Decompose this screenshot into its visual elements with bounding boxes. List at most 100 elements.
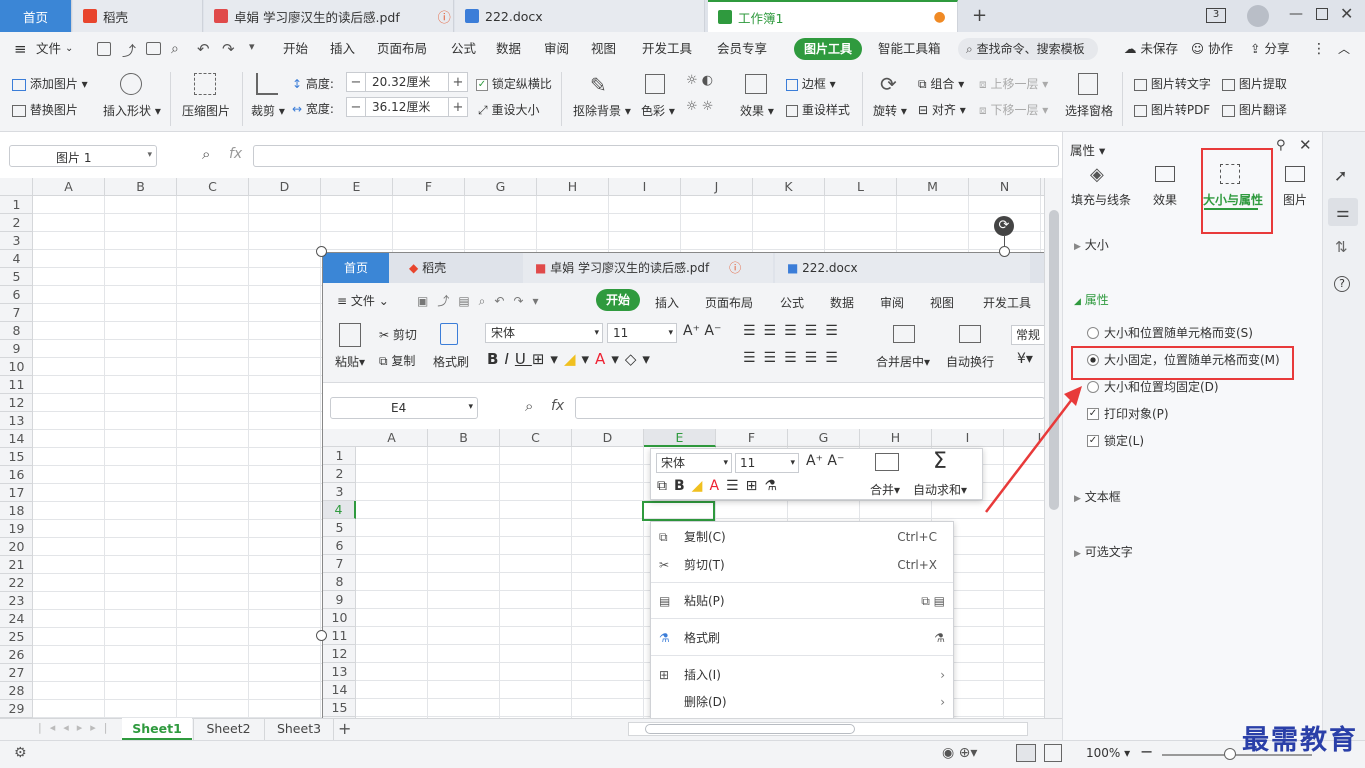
print-icon[interactable] — [146, 42, 161, 55]
row-header-19[interactable]: 19 — [0, 520, 32, 538]
panel-tab-effect[interactable]: 效果 — [1153, 191, 1177, 208]
menu-data[interactable]: 数据 — [496, 32, 521, 66]
embedded-picture[interactable]: 首页 ◆ 稻壳 ■ 卓娟 学习廖汉生的读后感.pdf ⓘ ■ 222.docx … — [322, 252, 1044, 718]
section-properties[interactable]: ◢ 属性 — [1074, 291, 1109, 308]
tab-docx[interactable]: 222.docx — [455, 0, 705, 32]
collaborate-button[interactable]: ☺ 协作 — [1191, 32, 1233, 66]
column-header-I[interactable]: I — [609, 178, 681, 196]
menu-page-layout[interactable]: 页面布局 — [377, 32, 427, 66]
tab-home[interactable]: 首页 — [0, 0, 72, 32]
add-sheet-icon[interactable]: + — [338, 719, 351, 738]
effect-icon[interactable] — [745, 74, 767, 94]
macro-icon[interactable]: ⚙ — [14, 745, 27, 761]
image-to-text-button[interactable]: 图片转文字 — [1134, 75, 1211, 92]
horizontal-scrollbar[interactable] — [628, 722, 1028, 736]
fx-icon[interactable]: fx — [229, 146, 242, 162]
row-header-6[interactable]: 6 — [0, 286, 32, 304]
row-header-2[interactable]: 2 — [0, 214, 32, 232]
option-move-and-size[interactable]: 大小和位置随单元格而变(S) — [1087, 324, 1253, 341]
name-box[interactable]: 图片 1 ▾ — [9, 145, 157, 167]
row-header-25[interactable]: 25 — [0, 628, 32, 646]
send-backward-button[interactable]: ⧈ 下移一层 ▾ — [979, 101, 1048, 118]
rotate-handle-icon[interactable]: ⟳ — [994, 216, 1014, 236]
image-translate-button[interactable]: 图片翻译 — [1222, 101, 1287, 118]
column-header-F[interactable]: F — [393, 178, 465, 196]
cursor-icon[interactable]: ➚ — [1334, 166, 1347, 185]
column-header-H[interactable]: H — [537, 178, 609, 196]
avatar[interactable] — [1247, 5, 1269, 27]
height-decrease[interactable]: − — [347, 75, 365, 90]
selection-pane-icon[interactable] — [1078, 73, 1098, 95]
reset-size-button[interactable]: ⤢ 重设大小 — [478, 101, 539, 118]
menu-member[interactable]: 会员专享 — [717, 32, 767, 66]
panel-close-icon[interactable]: ✕ — [1299, 136, 1312, 154]
row-header-9[interactable]: 9 — [0, 340, 32, 358]
replace-image-button[interactable]: 替换图片 — [12, 101, 78, 118]
row-header-4[interactable]: 4 — [0, 250, 32, 268]
row-header-5[interactable]: 5 — [0, 268, 32, 286]
tab-workbook[interactable]: 工作簿1 ● — [708, 0, 958, 32]
color-button[interactable]: 色彩 ▾ — [641, 102, 675, 119]
compress-image-button[interactable]: 压缩图片 — [182, 102, 230, 119]
close-icon[interactable]: ✕ — [1340, 4, 1353, 23]
select-all-corner[interactable] — [0, 178, 33, 196]
page-view-icon[interactable] — [1044, 744, 1062, 762]
menu-formula[interactable]: 公式 — [451, 32, 476, 66]
collapse-ribbon-icon[interactable]: ︿ — [1338, 32, 1350, 66]
column-header-A[interactable]: A — [33, 178, 105, 196]
menu-insert[interactable]: 插入 — [330, 32, 355, 66]
remove-background-button[interactable]: 抠除背景 ▾ — [573, 102, 631, 119]
share-button[interactable]: ⇪ 分享 — [1250, 32, 1289, 66]
column-header-M[interactable]: M — [897, 178, 969, 196]
zoom-out-icon[interactable]: − — [1140, 742, 1153, 761]
unsaved-status[interactable]: ☁ 未保存 — [1124, 32, 1178, 66]
compress-image-icon[interactable] — [194, 73, 216, 95]
width-stepper[interactable]: −36.12厘米 + — [346, 97, 468, 117]
print-preview-icon[interactable]: ⌕ — [171, 41, 179, 57]
minimize-icon[interactable]: — — [1289, 6, 1303, 22]
row-header-20[interactable]: 20 — [0, 538, 32, 556]
row-header-27[interactable]: 27 — [0, 664, 32, 682]
export-icon[interactable]: ⤴ — [122, 41, 136, 61]
insert-shape-button[interactable]: 插入形状 ▾ — [103, 102, 161, 119]
add-image-button[interactable]: 添加图片 ▾ — [12, 75, 88, 92]
redo-icon[interactable]: ↷ — [222, 40, 235, 58]
image-extract-button[interactable]: 图片提取 — [1222, 75, 1287, 92]
section-size[interactable]: ▶ 大小 — [1074, 236, 1109, 253]
more-icon[interactable]: ⋮ — [1312, 32, 1326, 66]
resize-handle-left[interactable] — [316, 630, 327, 641]
column-header-E[interactable]: E — [321, 178, 393, 196]
row-header-28[interactable]: 28 — [0, 682, 32, 700]
zoom-slider-thumb[interactable] — [1224, 748, 1236, 760]
tab-docer[interactable]: 稻壳 — [73, 0, 203, 32]
sheet-tab-1[interactable]: Sheet1 — [122, 718, 192, 740]
sheet-tab-3[interactable]: Sheet3 — [264, 718, 334, 740]
column-header-D[interactable]: D — [249, 178, 321, 196]
help-icon[interactable]: ? — [1334, 276, 1350, 292]
row-header-22[interactable]: 22 — [0, 574, 32, 592]
color-icon[interactable] — [645, 74, 665, 94]
rotate-icon[interactable]: ⟳ — [880, 72, 897, 96]
column-header-K[interactable]: K — [753, 178, 825, 196]
bring-forward-button[interactable]: ⧈ 上移一层 ▾ — [979, 75, 1048, 92]
sheet-tab-2[interactable]: Sheet2 — [193, 718, 263, 740]
reset-style-button[interactable]: 重设样式 — [786, 101, 850, 118]
border-button[interactable]: 边框 ▾ — [786, 75, 836, 92]
menu-picture-tools[interactable]: 图片工具 — [794, 38, 863, 60]
height-stepper[interactable]: −20.32厘米 + — [346, 72, 468, 92]
column-header-N[interactable]: N — [969, 178, 1041, 196]
column-header-B[interactable]: B — [105, 178, 177, 196]
row-header-7[interactable]: 7 — [0, 304, 32, 322]
width-decrease[interactable]: − — [347, 100, 365, 115]
brightness-icon[interactable]: ☼ ◐ — [686, 73, 713, 88]
row-header-23[interactable]: 23 — [0, 592, 32, 610]
row-header-21[interactable]: 21 — [0, 556, 32, 574]
sheet-nav-icons[interactable]: |◂◂▸▸| — [38, 721, 116, 734]
row-header-26[interactable]: 26 — [0, 646, 32, 664]
column-header-J[interactable]: J — [681, 178, 753, 196]
resize-handle-top[interactable] — [999, 246, 1010, 257]
row-header-24[interactable]: 24 — [0, 610, 32, 628]
normal-view-icon[interactable] — [1016, 744, 1036, 762]
checkbox-print-object[interactable]: ✓ 打印对象(P) — [1087, 405, 1169, 422]
row-header-1[interactable]: 1 — [0, 196, 32, 214]
